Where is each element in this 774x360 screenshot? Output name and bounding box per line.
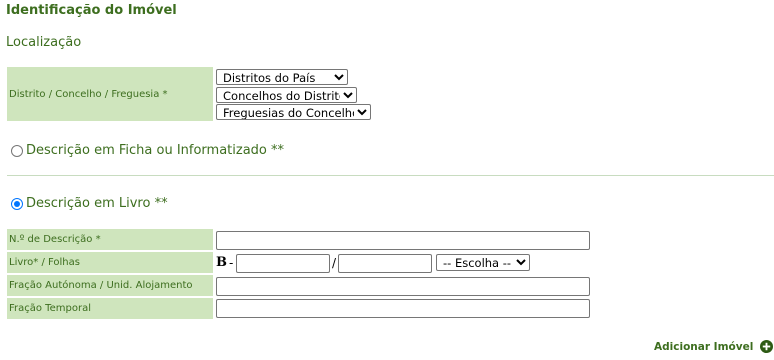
book-slash: / xyxy=(332,256,337,270)
book-pages-label: Livro* / Folhas xyxy=(7,252,213,273)
municipality-select[interactable]: Concelhos do Distrito xyxy=(216,87,357,103)
record-description-option[interactable]: Descrição em Ficha ou Informatizado ** xyxy=(11,143,284,158)
page-title: Identificação do Imóvel xyxy=(6,3,177,18)
location-label: Distrito / Concelho / Freguesia * xyxy=(7,67,213,121)
temporal-fraction-input[interactable] xyxy=(216,299,590,318)
description-number-input[interactable] xyxy=(216,231,590,250)
record-description-radio[interactable] xyxy=(11,144,23,157)
location-heading: Localização xyxy=(6,35,82,50)
book-description-option[interactable]: Descrição em Livro ** xyxy=(11,196,168,211)
location-label-text: Distrito / Concelho / Freguesia * xyxy=(9,88,168,100)
book-prefix: B xyxy=(216,255,227,270)
autonomous-fraction-label: Fração Autónoma / Unid. Alojamento xyxy=(7,275,213,296)
book-description-label: Descrição em Livro ** xyxy=(26,196,168,211)
description-number-label: N.º de Descrição * xyxy=(7,229,213,250)
record-description-label: Descrição em Ficha ou Informatizado ** xyxy=(26,143,285,158)
district-select[interactable]: Distritos do País xyxy=(216,69,348,85)
pages-input[interactable] xyxy=(338,254,432,273)
plus-circle-icon[interactable] xyxy=(760,340,774,353)
add-property-link[interactable]: Adicionar Imóvel xyxy=(654,340,774,353)
section-divider xyxy=(7,175,774,176)
book-description-radio[interactable] xyxy=(11,197,23,210)
add-property-label: Adicionar Imóvel xyxy=(654,340,754,353)
parish-select[interactable]: Freguesias do Concelho xyxy=(216,104,371,120)
temporal-fraction-label: Fração Temporal xyxy=(7,298,213,319)
book-choose-select[interactable]: -- Escolha -- xyxy=(436,254,530,271)
autonomous-fraction-input[interactable] xyxy=(216,277,590,296)
book-number-input[interactable] xyxy=(236,254,330,273)
book-dash: - xyxy=(229,256,234,270)
